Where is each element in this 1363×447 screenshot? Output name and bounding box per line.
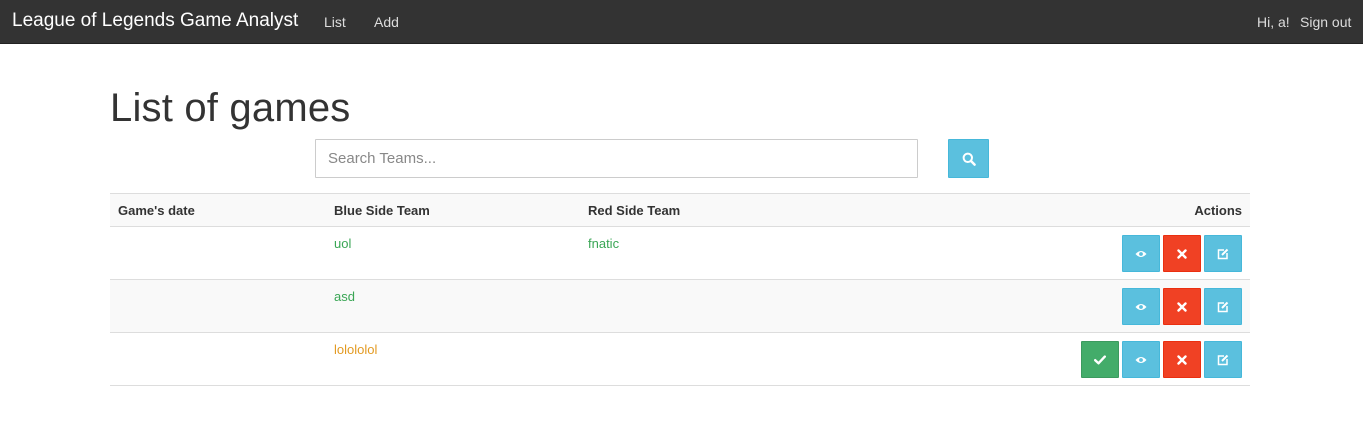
user-greeting[interactable]: Hi, a!	[1257, 14, 1290, 30]
edit-button[interactable]	[1204, 341, 1242, 378]
view-button[interactable]	[1122, 288, 1160, 325]
delete-button[interactable]	[1163, 341, 1201, 378]
close-icon	[1177, 248, 1187, 259]
edit-button[interactable]	[1204, 235, 1242, 272]
delete-button[interactable]	[1163, 288, 1201, 325]
table-header: Game's date Blue Side Team Red Side Team…	[110, 193, 1250, 227]
view-button[interactable]	[1122, 235, 1160, 272]
row-actions	[1122, 288, 1242, 325]
edit-icon	[1217, 301, 1229, 312]
top-navbar: League of Legends Game Analyst List Add …	[0, 0, 1363, 44]
sign-out-link[interactable]: Sign out	[1300, 14, 1351, 30]
blue-team-cell: asd	[334, 289, 355, 304]
search-icon	[962, 152, 976, 166]
nav-link-add[interactable]: Add	[374, 14, 399, 30]
edit-icon	[1217, 354, 1229, 365]
row-actions	[1122, 235, 1242, 272]
search-input[interactable]	[315, 139, 918, 178]
delete-button[interactable]	[1163, 235, 1201, 272]
nav-link-list[interactable]: List	[324, 14, 346, 30]
table-row: uol fnatic	[110, 227, 1250, 280]
eye-icon	[1135, 250, 1147, 257]
close-icon	[1177, 301, 1187, 312]
eye-icon	[1135, 356, 1147, 363]
edit-icon	[1217, 248, 1229, 259]
red-team-cell: fnatic	[588, 236, 620, 251]
search-button[interactable]	[948, 139, 989, 178]
edit-button[interactable]	[1204, 288, 1242, 325]
page-title: List of games	[110, 86, 351, 130]
table-row: asd	[110, 280, 1250, 333]
view-button[interactable]	[1122, 341, 1160, 378]
header-actions: Actions	[1194, 203, 1242, 218]
header-red-side-team: Red Side Team	[588, 203, 681, 218]
close-icon	[1177, 354, 1187, 365]
row-actions	[1081, 341, 1242, 378]
confirm-button[interactable]	[1081, 341, 1119, 378]
header-blue-side-team: Blue Side Team	[334, 203, 430, 218]
blue-team-cell: lolololol	[334, 342, 378, 357]
table-row: lolololol	[110, 333, 1250, 386]
check-icon	[1094, 354, 1106, 364]
navbar-brand[interactable]: League of Legends Game Analyst	[12, 10, 298, 32]
header-games-date: Game's date	[118, 203, 195, 218]
eye-icon	[1135, 303, 1147, 310]
blue-team-cell: uol	[334, 236, 352, 251]
